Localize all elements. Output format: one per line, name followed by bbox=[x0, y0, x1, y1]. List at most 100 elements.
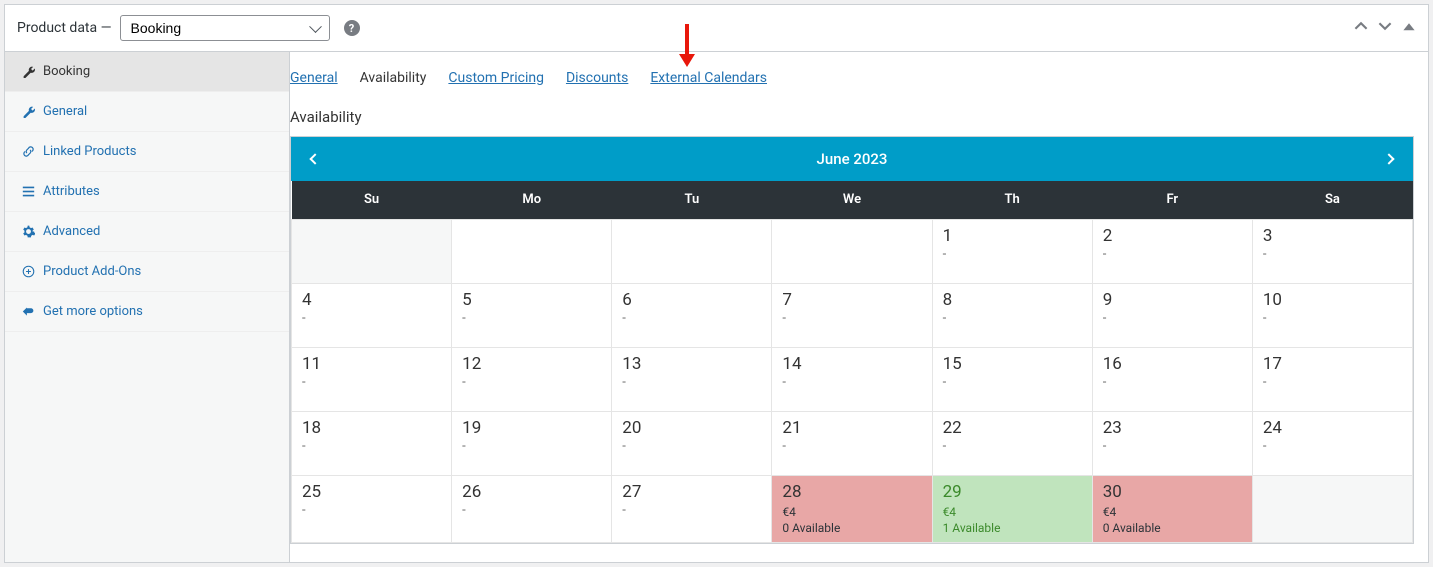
tab-discounts[interactable]: Discounts bbox=[566, 70, 628, 86]
tab-availability[interactable]: Availability bbox=[360, 70, 427, 86]
chevron-right-icon bbox=[1383, 153, 1394, 164]
calendar-cell[interactable]: 25- bbox=[292, 475, 452, 542]
calendar-cell[interactable]: 1- bbox=[932, 219, 1092, 283]
calendar-cell[interactable]: 22- bbox=[932, 411, 1092, 475]
sidebar-item-label: Product Add-Ons bbox=[43, 264, 141, 279]
back-arrow-icon bbox=[21, 305, 35, 319]
calendar-cell[interactable]: 4- bbox=[292, 283, 452, 347]
availability-calendar: June 2023 SuMoTuWeThFrSa 1-2-3-4-5-6-7-8… bbox=[290, 136, 1414, 544]
calendar-cell[interactable]: 21- bbox=[772, 411, 932, 475]
calendar-cell[interactable]: 24- bbox=[1252, 411, 1412, 475]
day-availability: - bbox=[622, 311, 761, 326]
panel-collapse-icon[interactable] bbox=[1402, 19, 1416, 37]
panel-up-icon[interactable] bbox=[1354, 19, 1368, 37]
calendar-cell[interactable]: 12- bbox=[452, 347, 612, 411]
calendar-cell[interactable]: 18- bbox=[292, 411, 452, 475]
calendar-cell bbox=[772, 219, 932, 283]
day-price: €4 bbox=[943, 504, 1082, 520]
sidebar-item-advanced[interactable]: Advanced bbox=[5, 212, 289, 252]
calendar-cell bbox=[1252, 475, 1412, 542]
day-number: 15 bbox=[943, 354, 1082, 374]
day-number: 6 bbox=[622, 290, 761, 310]
calendar-cell[interactable]: 19- bbox=[452, 411, 612, 475]
panel-down-icon[interactable] bbox=[1378, 19, 1392, 37]
day-availability: - bbox=[943, 311, 1082, 326]
day-availability: - bbox=[302, 311, 441, 326]
day-availability: - bbox=[782, 439, 921, 454]
day-number: 7 bbox=[782, 290, 921, 310]
sidebar-item-addons[interactable]: Product Add-Ons bbox=[5, 252, 289, 292]
sidebar-item-general[interactable]: General bbox=[5, 92, 289, 132]
calendar-cell[interactable]: 28€40 Available bbox=[772, 475, 932, 542]
day-number: 19 bbox=[462, 418, 601, 438]
panel-toggles bbox=[1354, 19, 1416, 37]
calendar-cell[interactable]: 3- bbox=[1252, 219, 1412, 283]
help-icon[interactable]: ? bbox=[344, 20, 360, 36]
day-number: 30 bbox=[1103, 482, 1242, 502]
calendar-cell[interactable]: 6- bbox=[612, 283, 772, 347]
weekday-header: We bbox=[772, 181, 932, 219]
day-availability: - bbox=[462, 503, 601, 518]
calendar-cell[interactable]: 10- bbox=[1252, 283, 1412, 347]
day-number: 20 bbox=[622, 418, 761, 438]
day-number: 3 bbox=[1263, 226, 1402, 246]
calendar-cell[interactable]: 8- bbox=[932, 283, 1092, 347]
day-availability: - bbox=[1103, 439, 1242, 454]
day-detail: €41 Available bbox=[943, 504, 1082, 536]
day-detail: €40 Available bbox=[782, 504, 921, 536]
calendar-cell bbox=[452, 219, 612, 283]
weekday-header: Tu bbox=[612, 181, 772, 219]
calendar-cell[interactable]: 26- bbox=[452, 475, 612, 542]
calendar-cell[interactable]: 13- bbox=[612, 347, 772, 411]
day-availability: 1 Available bbox=[943, 521, 1001, 535]
weekday-header: Sa bbox=[1252, 181, 1412, 219]
day-availability: - bbox=[302, 375, 441, 390]
sidebar-item-linked-products[interactable]: Linked Products bbox=[5, 132, 289, 172]
product-type-select[interactable]: Booking bbox=[120, 15, 330, 41]
tab-external-calendars[interactable]: External Calendars bbox=[650, 70, 767, 86]
day-number: 8 bbox=[943, 290, 1082, 310]
sidebar: Booking General Linked Products Attribut… bbox=[5, 52, 290, 562]
panel-header: Product data — Booking ? bbox=[5, 5, 1428, 52]
sidebar-item-booking[interactable]: Booking bbox=[5, 52, 289, 92]
calendar-cell[interactable]: 2- bbox=[1092, 219, 1252, 283]
tab-general[interactable]: General bbox=[290, 70, 338, 86]
day-availability: - bbox=[462, 375, 601, 390]
day-number: 1 bbox=[943, 226, 1082, 246]
sidebar-item-more-options[interactable]: Get more options bbox=[5, 292, 289, 332]
calendar-cell[interactable]: 27- bbox=[612, 475, 772, 542]
day-number: 16 bbox=[1103, 354, 1242, 374]
day-number: 9 bbox=[1103, 290, 1242, 310]
calendar-cell[interactable]: 15- bbox=[932, 347, 1092, 411]
calendar-cell[interactable]: 5- bbox=[452, 283, 612, 347]
calendar-cell[interactable]: 7- bbox=[772, 283, 932, 347]
calendar-cell[interactable]: 14- bbox=[772, 347, 932, 411]
day-number: 18 bbox=[302, 418, 441, 438]
day-number: 12 bbox=[462, 354, 601, 374]
sidebar-item-attributes[interactable]: Attributes bbox=[5, 172, 289, 212]
day-price: €4 bbox=[1103, 504, 1242, 520]
day-availability: - bbox=[943, 375, 1082, 390]
calendar-cell[interactable]: 29€41 Available bbox=[932, 475, 1092, 542]
day-availability: - bbox=[1263, 311, 1402, 326]
calendar-next-button[interactable] bbox=[1369, 137, 1409, 181]
day-number: 11 bbox=[302, 354, 441, 374]
calendar-cell[interactable]: 30€40 Available bbox=[1092, 475, 1252, 542]
day-availability: 0 Available bbox=[1103, 521, 1161, 535]
sidebar-item-label: Attributes bbox=[43, 184, 100, 199]
calendar-cell[interactable]: 23- bbox=[1092, 411, 1252, 475]
calendar-prev-button[interactable] bbox=[295, 137, 335, 181]
day-number: 28 bbox=[782, 482, 921, 502]
calendar-cell[interactable]: 9- bbox=[1092, 283, 1252, 347]
calendar-cell[interactable]: 20- bbox=[612, 411, 772, 475]
day-availability: - bbox=[462, 439, 601, 454]
day-number: 29 bbox=[943, 482, 1082, 502]
panel-title-prefix: Product data bbox=[17, 20, 97, 36]
calendar-cell[interactable]: 16- bbox=[1092, 347, 1252, 411]
main-content: General Availability Custom Pricing Disc… bbox=[290, 52, 1428, 562]
day-number: 24 bbox=[1263, 418, 1402, 438]
day-detail: €40 Available bbox=[1103, 504, 1242, 536]
calendar-cell[interactable]: 17- bbox=[1252, 347, 1412, 411]
calendar-cell[interactable]: 11- bbox=[292, 347, 452, 411]
tab-custom-pricing[interactable]: Custom Pricing bbox=[448, 70, 544, 86]
